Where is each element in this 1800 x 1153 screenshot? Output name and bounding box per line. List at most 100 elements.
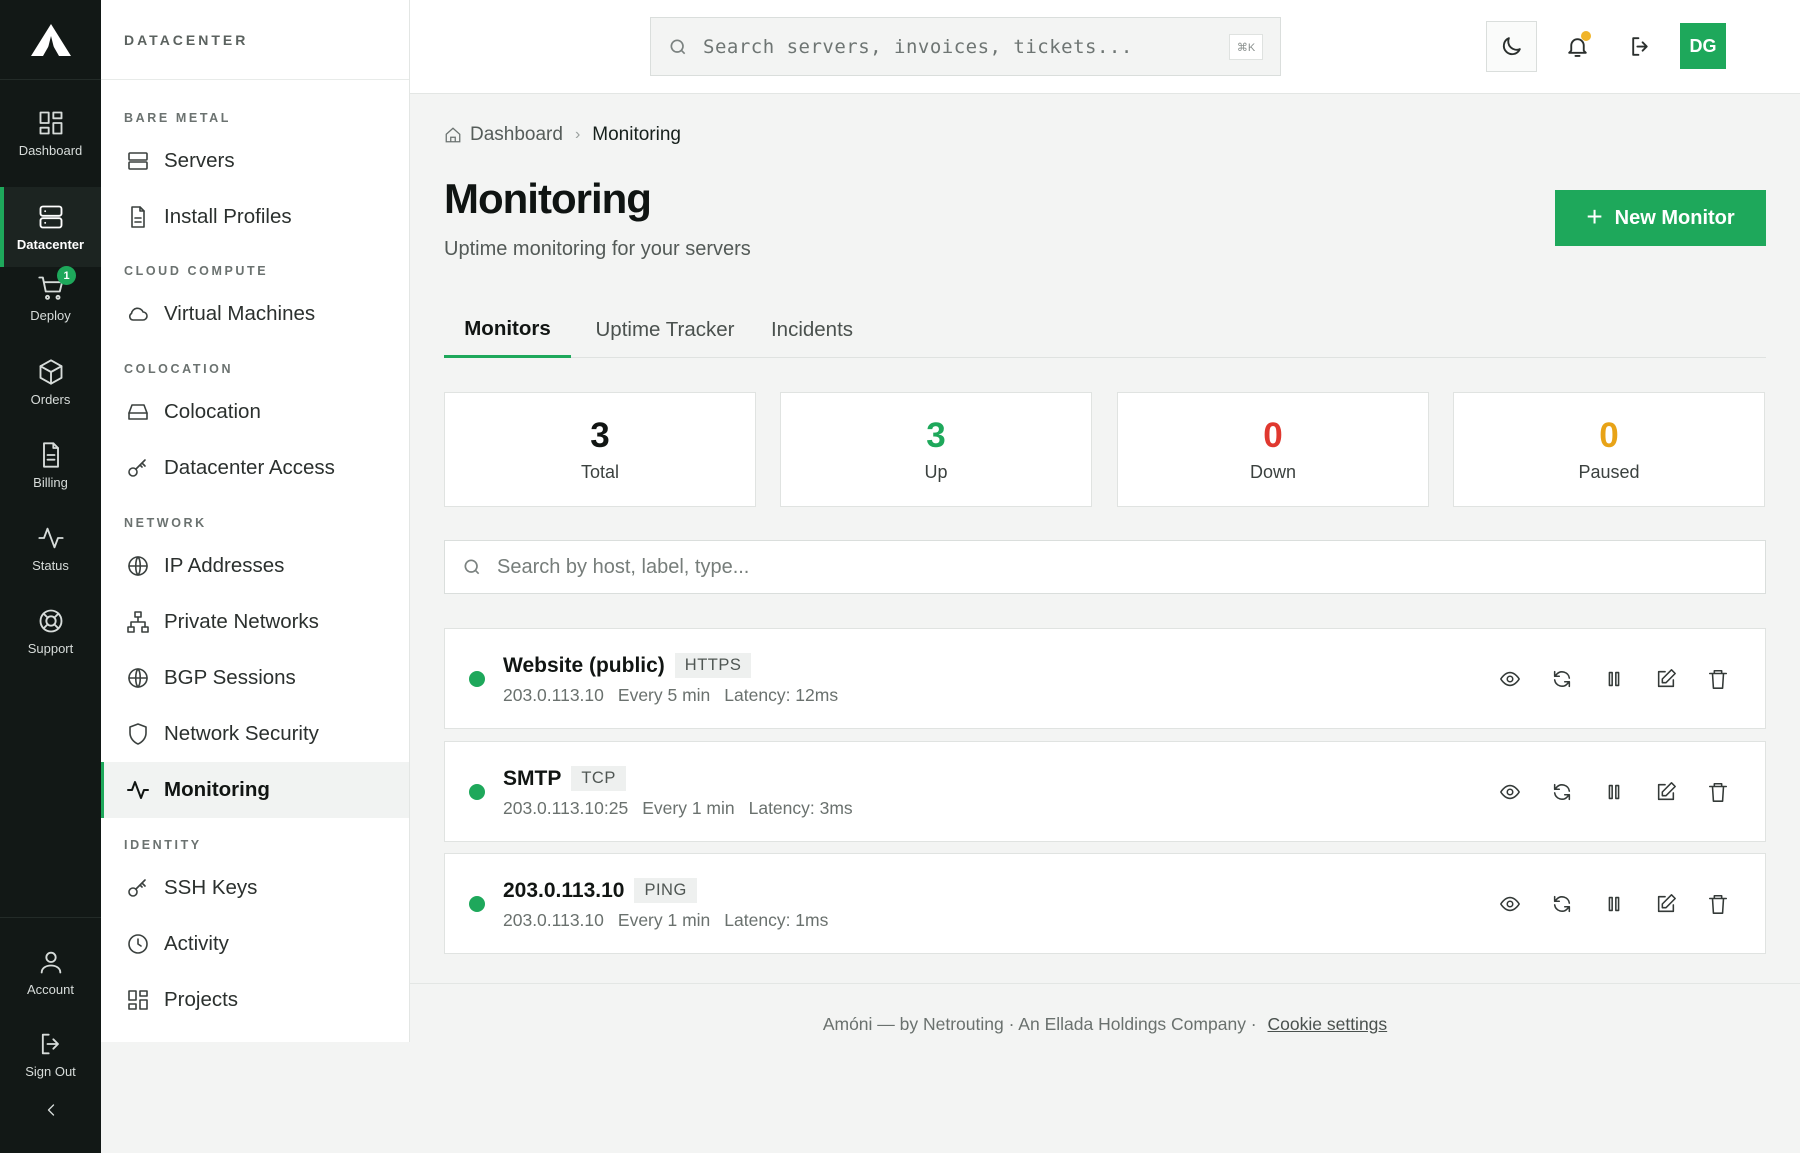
- chevron-left-icon: [47, 1104, 54, 1116]
- user-icon: [40, 951, 61, 973]
- trash-icon: [1708, 894, 1728, 914]
- sign-out-icon: [1632, 37, 1648, 56]
- file-icon: [131, 206, 145, 228]
- delete-button[interactable]: [1701, 775, 1735, 809]
- rail-label: Status: [32, 557, 69, 573]
- rail-label: Orders: [30, 391, 71, 407]
- document-icon: [42, 441, 59, 468]
- monitor-latency: Latency: 3ms: [748, 798, 853, 818]
- top-bar: Search servers, invoices, tickets... ⌘K …: [410, 0, 1800, 94]
- sidebar-item-label: Colocation: [164, 400, 261, 423]
- stat-label: Down: [1249, 462, 1297, 482]
- logo-icon: [30, 23, 71, 56]
- rail-item-datacenter[interactable]: Datacenter: [0, 187, 101, 267]
- edit-icon: [1657, 894, 1676, 913]
- hard-drive-icon: [128, 404, 148, 420]
- edit-button[interactable]: [1649, 662, 1683, 696]
- view-button[interactable]: [1493, 662, 1527, 696]
- rail-label: Deploy: [30, 307, 71, 323]
- section-sidebar: DATACENTER BARE METAL Servers Install Pr…: [101, 0, 410, 1042]
- sidebar-item-colocation[interactable]: Colocation: [101, 384, 409, 440]
- theme-toggle-button[interactable]: [1486, 21, 1537, 72]
- sidebar-item-virtual-machines[interactable]: Virtual Machines: [101, 286, 409, 342]
- edit-button[interactable]: [1649, 775, 1683, 809]
- rail-item-dashboard[interactable]: Dashboard: [0, 93, 101, 173]
- rail-item-support[interactable]: Support: [0, 591, 101, 671]
- user-avatar[interactable]: DG: [1680, 23, 1726, 69]
- grid-icon: [128, 990, 148, 1010]
- refresh-button[interactable]: [1545, 662, 1579, 696]
- sidebar-item-label: Private Networks: [164, 610, 319, 633]
- sidebar-item-ssh-keys[interactable]: SSH Keys: [101, 860, 409, 916]
- trash-icon: [1708, 669, 1728, 689]
- rail-label: Support: [27, 640, 74, 656]
- sidebar-item-label: Network Security: [164, 722, 319, 745]
- new-monitor-button[interactable]: + New Monitor: [1555, 190, 1766, 246]
- tab-uptime-tracker[interactable]: Uptime Tracker: [587, 302, 743, 358]
- stat-label: Total: [580, 462, 620, 482]
- rail-item-account[interactable]: Account: [0, 932, 101, 1012]
- server-icon: [128, 152, 148, 170]
- rail-label: Datacenter: [16, 236, 85, 252]
- cookie-settings-link[interactable]: Cookie settings: [1268, 1014, 1388, 1034]
- sidebar-item-servers[interactable]: Servers: [101, 133, 409, 189]
- global-search-input[interactable]: Search servers, invoices, tickets... ⌘K: [650, 17, 1281, 76]
- sidebar-item-network-security[interactable]: Network Security: [101, 706, 409, 762]
- plus-icon: +: [1586, 200, 1603, 232]
- tab-monitors[interactable]: Monitors: [444, 302, 571, 358]
- view-button[interactable]: [1493, 887, 1527, 921]
- notifications-button[interactable]: [1552, 21, 1603, 72]
- refresh-button[interactable]: [1545, 887, 1579, 921]
- brand-logo[interactable]: [0, 0, 101, 80]
- monitor-type-badge: PING: [634, 878, 697, 903]
- monitor-type-badge: HTTPS: [674, 653, 752, 678]
- monitor-host: 203.0.113.10:25: [503, 798, 629, 818]
- shortcut-hint: ⌘K: [1229, 34, 1263, 60]
- monitor-row[interactable]: Website (public) HTTPS 203.0.113.10 Every …: [444, 628, 1766, 729]
- rail-item-deploy[interactable]: 1 Deploy: [0, 258, 101, 338]
- refresh-icon: [1553, 783, 1571, 801]
- collapse-rail-button[interactable]: [0, 1080, 101, 1140]
- tab-incidents[interactable]: Incidents: [760, 302, 864, 358]
- monitor-host: 203.0.113.10: [503, 910, 604, 930]
- delete-button[interactable]: [1701, 662, 1735, 696]
- monitor-latency: Latency: 12ms: [724, 685, 839, 705]
- clock-icon: [128, 934, 148, 954]
- rail-item-orders[interactable]: Orders: [0, 342, 101, 422]
- sidebar-item-datacenter-access[interactable]: Datacenter Access: [101, 440, 409, 496]
- pause-button[interactable]: [1597, 887, 1631, 921]
- rail-item-status[interactable]: Status: [0, 508, 101, 588]
- search-placeholder: Search by host, label, type...: [497, 555, 750, 578]
- sidebar-item-monitoring[interactable]: Monitoring: [101, 762, 409, 818]
- view-button[interactable]: [1493, 775, 1527, 809]
- cart-badge: 1: [57, 266, 76, 285]
- rail-item-billing[interactable]: Billing: [0, 425, 101, 505]
- monitor-row[interactable]: 203.0.113.10 PING 203.0.113.10 Every 1 min…: [444, 853, 1766, 954]
- sidebar-item-ip-addresses[interactable]: IP Addresses: [101, 538, 409, 594]
- monitor-search-input[interactable]: Search by host, label, type...: [444, 540, 1766, 594]
- icon-rail: Dashboard Datacenter 1 Deploy Orders Bil…: [0, 0, 101, 1153]
- delete-button[interactable]: [1701, 887, 1735, 921]
- breadcrumb-home-link[interactable]: Dashboard: [470, 124, 563, 146]
- sidebar-item-private-networks[interactable]: Private Networks: [101, 594, 409, 650]
- sidebar-item-bgp-sessions[interactable]: BGP Sessions: [101, 650, 409, 706]
- sidebar-item-activity[interactable]: Activity: [101, 916, 409, 972]
- stat-value: 0: [1599, 416, 1619, 455]
- pause-icon: [1608, 671, 1620, 687]
- globe-icon: [128, 668, 148, 688]
- monitor-row[interactable]: SMTP TCP 203.0.113.10:25 Every 1 min Latenc…: [444, 741, 1766, 842]
- home-icon: [445, 127, 461, 143]
- stat-value: 3: [926, 416, 946, 455]
- sign-out-button[interactable]: [1615, 21, 1666, 72]
- rail-divider: [0, 917, 101, 918]
- sidebar-item-projects[interactable]: Projects: [101, 972, 409, 1028]
- sidebar-item-label: Activity: [164, 932, 229, 955]
- pause-button[interactable]: [1597, 775, 1631, 809]
- refresh-button[interactable]: [1545, 775, 1579, 809]
- stat-card-paused: 0 Paused: [1453, 392, 1765, 507]
- sidebar-item-install-profiles[interactable]: Install Profiles: [101, 189, 409, 245]
- pause-button[interactable]: [1597, 662, 1631, 696]
- edit-icon: [1657, 669, 1676, 688]
- section-title-identity: IDENTITY: [124, 838, 202, 852]
- edit-button[interactable]: [1649, 887, 1683, 921]
